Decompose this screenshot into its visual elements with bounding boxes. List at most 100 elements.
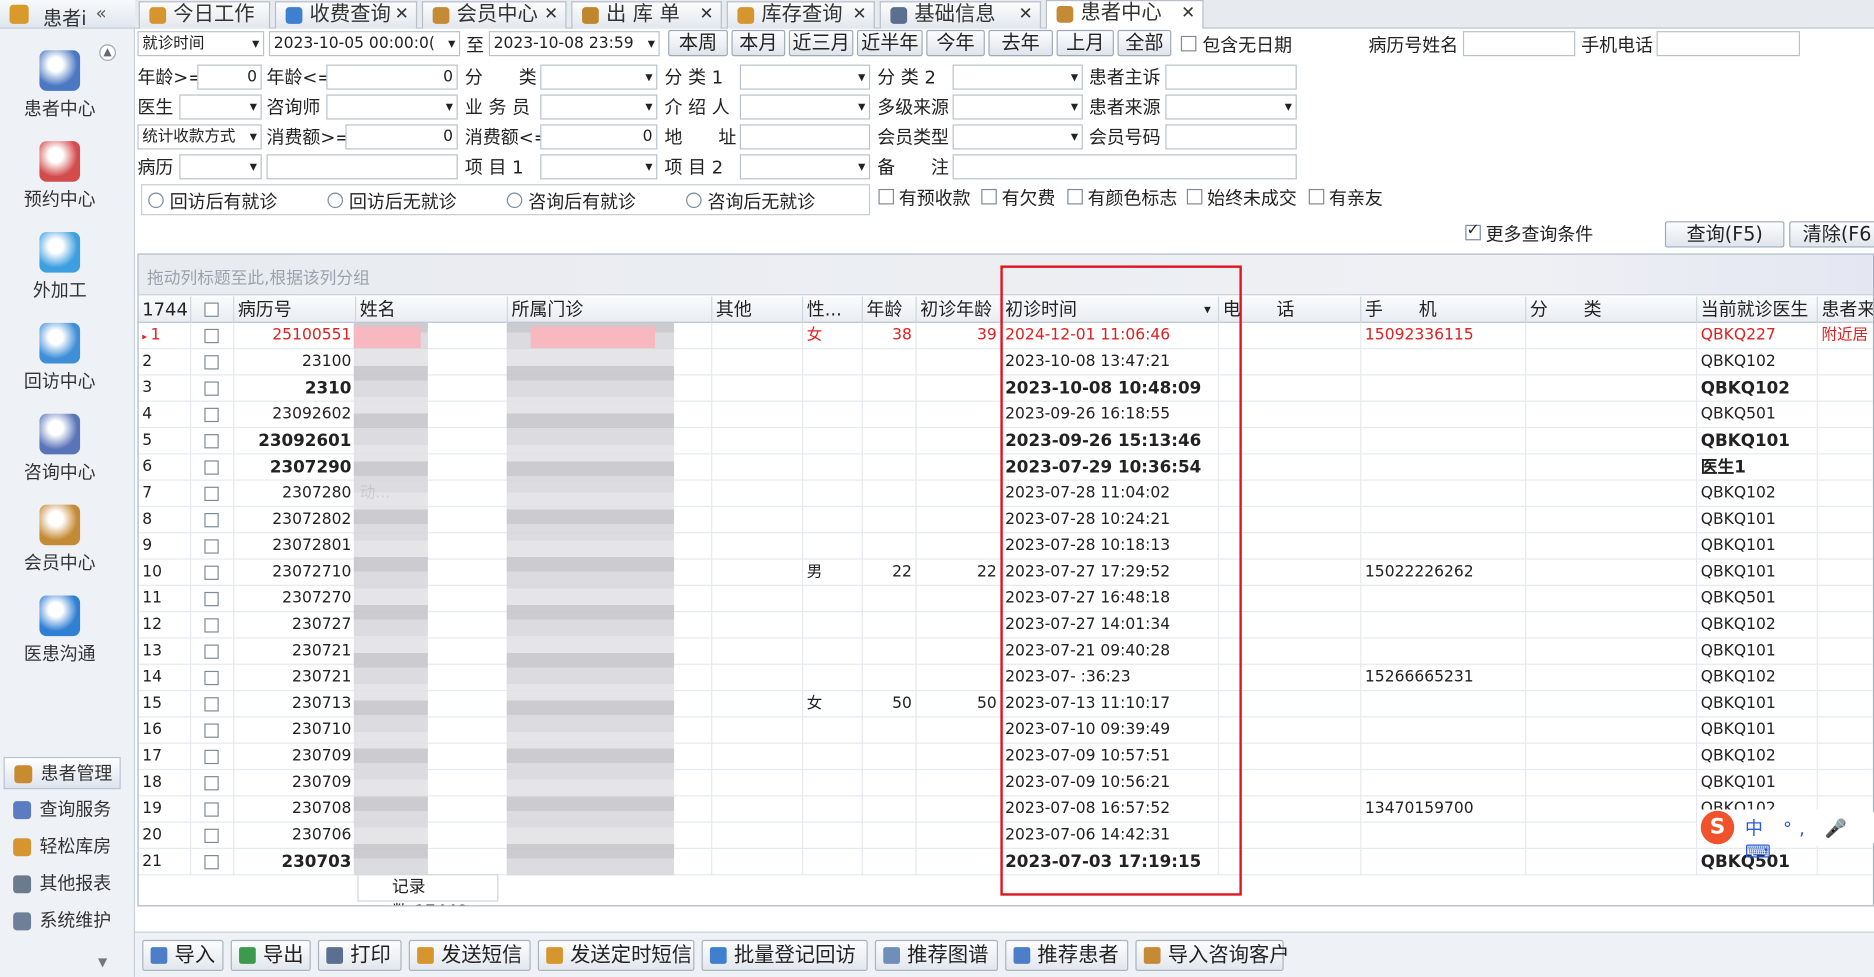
record-input[interactable] bbox=[266, 154, 458, 180]
source-multi-select[interactable] bbox=[952, 94, 1083, 120]
row-checkbox[interactable] bbox=[204, 854, 219, 870]
more-icon[interactable]: ▼ bbox=[98, 957, 107, 970]
row-checkbox[interactable] bbox=[204, 723, 219, 738]
filter-checkbox-1[interactable] bbox=[981, 188, 997, 205]
row-checkbox[interactable] bbox=[204, 460, 219, 475]
date-to-input[interactable]: 2023-10-08 23:59 bbox=[488, 31, 660, 57]
grid-cell-1[interactable] bbox=[191, 717, 235, 744]
grid-header-cell-13[interactable]: 当前就诊医生 bbox=[1697, 296, 1818, 323]
row-checkbox[interactable] bbox=[204, 591, 219, 607]
grid-cell-1[interactable] bbox=[191, 559, 235, 586]
grid-header-cell-7[interactable]: 年龄 bbox=[863, 296, 917, 323]
grid-cell-1[interactable] bbox=[191, 822, 235, 850]
nav-bottom-item-2[interactable]: 轻松库房 bbox=[4, 831, 121, 863]
item1-select[interactable] bbox=[540, 154, 658, 180]
stat-method-select[interactable]: 统计收款方式 bbox=[137, 124, 262, 150]
grid-cell-1[interactable] bbox=[191, 533, 235, 560]
grid-header-cell-3[interactable]: 姓名 bbox=[356, 296, 508, 323]
bottom-button-6[interactable]: 推荐图谱 bbox=[874, 939, 998, 971]
include-no-date-checkbox[interactable] bbox=[1180, 35, 1197, 52]
bottom-button-5[interactable]: 批量登记回访 bbox=[701, 939, 868, 971]
cat1-select[interactable] bbox=[739, 64, 871, 90]
row-checkbox[interactable] bbox=[204, 512, 219, 528]
more-conditions-checkbox[interactable] bbox=[1465, 221, 1481, 241]
row-checkbox[interactable] bbox=[204, 749, 219, 765]
grid-cell-1[interactable] bbox=[191, 743, 235, 771]
filter-checkbox-4[interactable] bbox=[1308, 188, 1325, 205]
close-icon[interactable]: ✕ bbox=[395, 2, 409, 27]
tab-3[interactable]: 出 库 单 ✕ bbox=[571, 1, 722, 29]
ime-controls[interactable]: 中 °, 🎤 ⌨ bbox=[1745, 816, 1874, 862]
filter-checkbox-3[interactable] bbox=[1186, 188, 1203, 205]
row-checkbox[interactable] bbox=[204, 355, 219, 370]
bottom-button-4[interactable]: 发送定时短信 bbox=[537, 939, 695, 971]
record-select[interactable] bbox=[179, 154, 262, 180]
quick-date-button-3[interactable]: 近半年 bbox=[856, 29, 923, 57]
address-input[interactable] bbox=[739, 124, 871, 150]
category-select[interactable] bbox=[540, 64, 658, 90]
quick-date-button-0[interactable]: 本周 bbox=[668, 29, 728, 57]
grid-cell-1[interactable] bbox=[191, 585, 235, 613]
quick-date-button-4[interactable]: 今年 bbox=[926, 29, 985, 57]
row-checkbox[interactable] bbox=[204, 407, 219, 423]
tab-2[interactable]: 会员中心 ✕ bbox=[421, 1, 567, 29]
grid-header-cell-6[interactable]: 性... bbox=[803, 296, 863, 323]
tab-0[interactable]: 今日工作 bbox=[138, 1, 271, 29]
filter-checkbox-2[interactable] bbox=[1067, 188, 1083, 205]
spend-max-input[interactable]: 0 bbox=[540, 124, 658, 150]
grid-cell-1[interactable] bbox=[191, 454, 235, 481]
nav-bottom-item-1[interactable]: 查询服务 bbox=[4, 794, 121, 826]
nav-item-6[interactable]: 医患沟通 bbox=[0, 595, 120, 680]
consultant-select[interactable] bbox=[326, 94, 458, 120]
grid-header-cell-0[interactable]: 1744 bbox=[139, 296, 192, 323]
close-icon[interactable]: ✕ bbox=[700, 2, 714, 27]
row-checkbox[interactable] bbox=[204, 381, 219, 396]
doctor-select[interactable] bbox=[179, 94, 262, 120]
quick-date-button-1[interactable]: 本月 bbox=[731, 29, 786, 57]
nav-item-2[interactable]: 外加工 bbox=[0, 231, 120, 316]
item2-select[interactable] bbox=[739, 154, 871, 180]
grid-header-cell-1[interactable] bbox=[191, 296, 235, 323]
row-checkbox[interactable] bbox=[204, 328, 219, 344]
bottom-button-2[interactable]: 打印 bbox=[317, 939, 402, 971]
row-checkbox[interactable] bbox=[204, 802, 219, 817]
clear-button[interactable]: 清除(F6 bbox=[1789, 221, 1874, 248]
age-min-input[interactable]: 0 bbox=[197, 64, 262, 90]
member-type-select[interactable] bbox=[952, 124, 1083, 150]
quick-date-button-6[interactable]: 上月 bbox=[1056, 29, 1114, 57]
close-icon[interactable]: ✕ bbox=[544, 2, 558, 27]
row-checkbox[interactable] bbox=[204, 776, 219, 791]
grid-cell-1[interactable] bbox=[191, 401, 235, 429]
row-checkbox[interactable] bbox=[204, 644, 219, 659]
grid-cell-1[interactable] bbox=[191, 428, 235, 455]
quick-date-button-5[interactable]: 去年 bbox=[988, 29, 1053, 57]
source-select[interactable] bbox=[1165, 94, 1297, 120]
grid-cell-1[interactable] bbox=[191, 691, 235, 718]
quick-date-button-2[interactable]: 近三月 bbox=[788, 29, 854, 57]
close-icon[interactable]: ✕ bbox=[1181, 1, 1195, 26]
grid-header-cell-2[interactable]: 病历号 bbox=[234, 296, 357, 323]
grid-header-cell-4[interactable]: 所属门诊 bbox=[508, 296, 713, 323]
nav-item-0[interactable]: 患者中心 bbox=[0, 50, 120, 134]
close-icon[interactable]: ✕ bbox=[1019, 2, 1033, 27]
grid-header-cell-14[interactable]: 患者来 bbox=[1818, 297, 1872, 323]
member-no-input[interactable] bbox=[1165, 124, 1297, 150]
grid-cell-1[interactable] bbox=[191, 796, 235, 823]
grid-header-cell-5[interactable]: 其他 bbox=[712, 296, 804, 323]
bottom-button-1[interactable]: 导出 bbox=[230, 939, 311, 971]
visit-radio-3[interactable] bbox=[686, 192, 702, 209]
age-max-input[interactable]: 0 bbox=[326, 64, 458, 90]
grid-cell-1[interactable] bbox=[191, 480, 235, 508]
grid-header-cell-11[interactable]: 手 机 bbox=[1361, 296, 1527, 323]
record-name-input[interactable] bbox=[1462, 31, 1576, 57]
header-checkbox[interactable] bbox=[204, 302, 219, 317]
cat2-select[interactable] bbox=[952, 64, 1083, 90]
nav-bottom-item-4[interactable]: 系统维护 bbox=[4, 905, 121, 937]
tab-6[interactable]: 患者中心 ✕ bbox=[1045, 0, 1204, 30]
nav-item-1[interactable]: 预约中心 bbox=[0, 141, 120, 225]
visit-radio-0[interactable] bbox=[148, 192, 164, 209]
nav-item-5[interactable]: 会员中心 bbox=[0, 504, 120, 589]
bottom-button-3[interactable]: 发送短信 bbox=[408, 939, 531, 971]
complaint-input[interactable] bbox=[1165, 64, 1297, 90]
grid-header-cell-8[interactable]: 初诊年龄 bbox=[917, 296, 1002, 323]
